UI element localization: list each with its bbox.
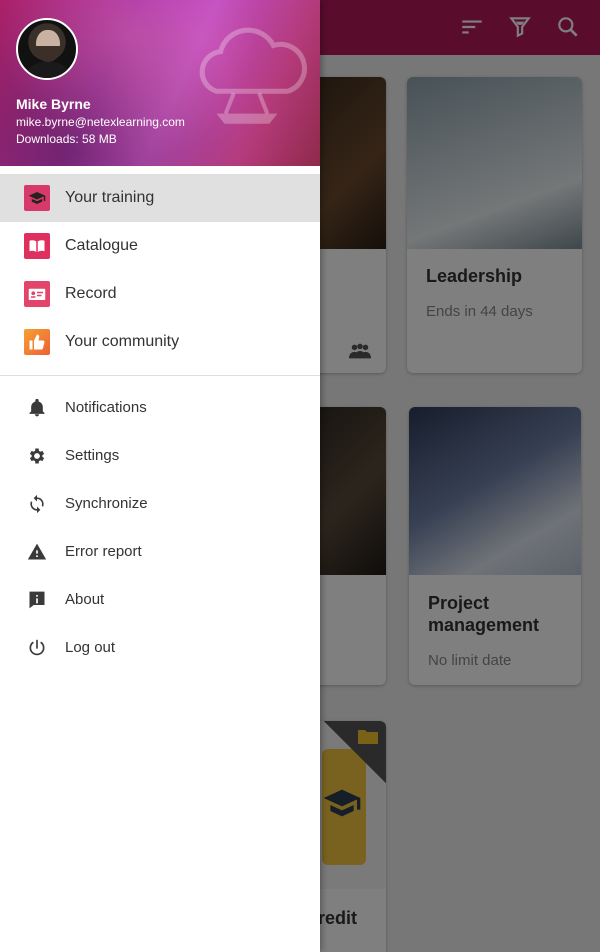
- nav-item-label: Catalogue: [65, 237, 138, 254]
- downloads-size: Downloads: 58 MB: [16, 132, 117, 146]
- user-email: mike.byrne@netexlearning.com: [16, 115, 185, 129]
- bell-icon: [29, 398, 45, 417]
- nav-item-your-community[interactable]: Your community: [0, 318, 320, 366]
- divider: [0, 375, 320, 376]
- info-icon: [29, 591, 45, 609]
- thumbs-up-icon: [29, 334, 45, 350]
- power-icon: [29, 639, 45, 656]
- cloud-icon: [199, 27, 307, 124]
- id-card-icon: [28, 288, 46, 300]
- nav-item-label: Notifications: [65, 399, 147, 416]
- sync-icon: [30, 494, 44, 514]
- nav-item-catalogue[interactable]: Catalogue: [0, 222, 320, 270]
- avatar[interactable]: [16, 18, 78, 80]
- nav-item-log-out[interactable]: Log out: [0, 624, 320, 672]
- nav-item-settings[interactable]: Settings: [0, 432, 320, 480]
- gear-icon: [29, 448, 45, 464]
- nav-item-error-report[interactable]: Error report: [0, 528, 320, 576]
- nav-item-notifications[interactable]: Notifications: [0, 384, 320, 432]
- warning-icon: [27, 543, 47, 560]
- user-name: Mike Byrne: [16, 96, 91, 112]
- drawer-header: Mike Byrne mike.byrne@netexlearning.com …: [0, 0, 320, 166]
- nav-item-about[interactable]: About: [0, 576, 320, 624]
- nav-item-record[interactable]: Record: [0, 270, 320, 318]
- nav-item-label: Record: [65, 285, 117, 302]
- nav-item-label: Your community: [65, 333, 180, 350]
- graduation-cap-icon: [28, 192, 46, 204]
- nav-item-label: About: [65, 591, 105, 608]
- nav-item-label: Synchronize: [65, 495, 148, 512]
- nav-item-label: Error report: [65, 543, 142, 560]
- nav-item-label: Log out: [65, 639, 116, 656]
- nav-item-synchronize[interactable]: Synchronize: [0, 480, 320, 528]
- nav-item-your-training[interactable]: Your training: [0, 174, 320, 222]
- navigation-drawer: Mike Byrne mike.byrne@netexlearning.com …: [0, 0, 320, 952]
- nav-item-label: Settings: [65, 447, 120, 464]
- book-icon: [29, 240, 45, 252]
- nav-item-label: Your training: [65, 189, 155, 206]
